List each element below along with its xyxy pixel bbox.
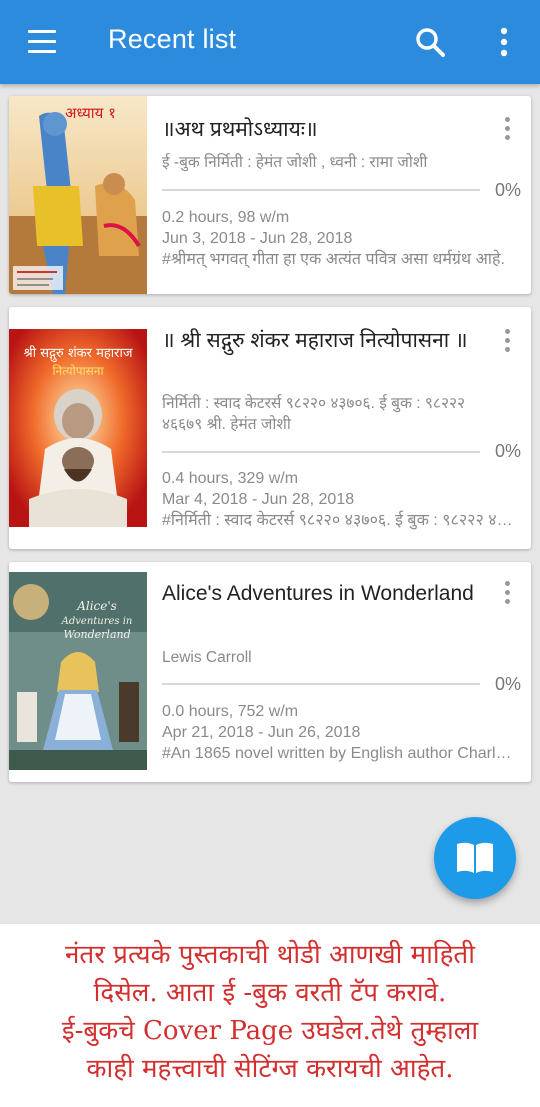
reading-stats: 0.4 hours, 329 w/m <box>162 470 299 487</box>
progress-percent: 0% <box>494 441 521 461</box>
book-card[interactable]: श्री सद्गुरु शंकर महाराज नित्योपासना ॥ श… <box>9 307 531 549</box>
cover-title-text: श्री सद्गुरु शंकर महाराज <box>24 345 133 362</box>
reading-progress-bar <box>162 683 480 685</box>
page-title: Recent list <box>108 24 237 54</box>
card-more-icon[interactable] <box>497 114 517 144</box>
book-title: ॥अथ प्रथमोऽध्यायः॥ <box>162 118 318 141</box>
book-description: #निर्मिती : स्वाद केटरर्स ९८२२० ४३७०६. ई… <box>162 512 515 529</box>
reading-stats: 0.2 hours, 98 w/m <box>162 209 290 226</box>
book-cover-image: अध्याय १ <box>9 96 147 294</box>
book-description: #श्रीमत् भगवत् गीता हा एक अत्यंत पवित्र … <box>162 251 505 268</box>
reading-stats: 0.0 hours, 752 w/m <box>162 703 299 720</box>
book-title: ॥ श्री सद्गुरु शंकर महाराज नित्योपासना ॥ <box>162 329 468 352</box>
book-description: #An 1865 novel written by English author… <box>162 745 515 762</box>
reading-progress-bar <box>162 451 480 453</box>
reading-dates: Apr 21, 2018 - Jun 26, 2018 <box>162 724 361 741</box>
book-author: निर्मिती : स्वाद केटरर्स ९८२२० ४३७०६. ई … <box>162 395 466 433</box>
caption-line: नंतर प्रत्यके पुस्तकाची थोडी आणखी माहिती <box>65 940 475 970</box>
progress-percent: 0% <box>494 180 521 200</box>
book-cover-image: श्री सद्गुरु शंकर महाराज नित्योपासना <box>9 329 147 527</box>
reading-dates: Jun 3, 2018 - Jun 28, 2018 <box>162 230 353 247</box>
reading-dates: Mar 4, 2018 - Jun 28, 2018 <box>162 491 355 508</box>
book-card[interactable]: अध्याय १ ॥अथ प्रथमोऽध्यायः॥ ई -बुक निर्म… <box>9 96 531 294</box>
progress-percent: 0% <box>494 674 521 694</box>
more-vert-icon[interactable] <box>490 26 518 60</box>
search-icon[interactable] <box>414 26 448 60</box>
reading-progress-bar <box>162 189 480 191</box>
card-more-icon[interactable] <box>497 326 517 356</box>
caption-line: ई-बुकचे Cover Page उघडेल.तेथे तुम्हाला <box>61 1016 479 1046</box>
cover-title-text: अध्याय १ <box>65 104 116 122</box>
caption-line: काही महत्त्वाची सेटिंग्ज करायची आहेत. <box>86 1054 454 1084</box>
cover-title-text-2: Adventures in <box>61 616 133 627</box>
book-author: ई -बुक निर्मिती : हेमंत जोशी , ध्वनी : र… <box>162 154 428 171</box>
open-book-button[interactable] <box>434 817 516 899</box>
book-card[interactable]: Alice's Adventures in Wonderland Alice's… <box>9 562 531 782</box>
cover-subtitle-text: नित्योपासना <box>52 364 104 378</box>
book-title: Alice's Adventures in Wonderland <box>162 582 474 605</box>
menu-icon[interactable] <box>24 28 60 56</box>
book-author: Lewis Carroll <box>162 649 252 666</box>
app-bar: Recent list <box>0 0 540 84</box>
open-book-icon <box>457 842 493 873</box>
caption-line: दिसेल. आता ई -बुक वरती टॅप करावे. <box>93 978 447 1008</box>
instruction-caption: नंतर प्रत्यके पुस्तकाची थोडी आणखी माहिती… <box>0 924 540 1107</box>
cover-title-text-3: Wonderland <box>63 628 130 641</box>
book-cover-image: Alice's Adventures in Wonderland <box>9 572 147 770</box>
card-more-icon[interactable] <box>497 578 517 608</box>
cover-title-text: Alice's <box>76 599 117 613</box>
